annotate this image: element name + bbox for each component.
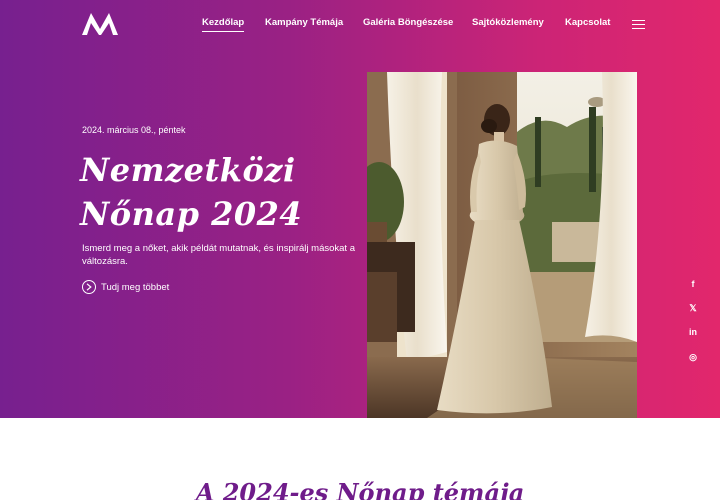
hero-title-line2: Nőnap 2024 [80,195,303,233]
x-icon[interactable]: 𝕏 [686,302,700,314]
nav-item-campaign-topic[interactable]: Kampány Témája [265,17,343,28]
instagram-icon[interactable]: ◎ [686,351,700,363]
linkedin-icon[interactable]: in [686,326,700,338]
nav-item-press-release[interactable]: Sajtóközlemény [472,17,544,28]
hero-date: 2024. március 08., péntek [82,125,186,135]
hero-title-line1: Nemzetközi [80,151,296,189]
hamburger-icon[interactable] [632,20,645,29]
nav-item-gallery[interactable]: Galéria Böngészése [363,17,453,28]
hero-title: Nemzetközi Nőnap 2024 [80,148,350,236]
nav-item-contact[interactable]: Kapcsolat [565,17,610,28]
chevron-right-icon [82,280,96,294]
hero-section: Kezdőlap Kampány Témája Galéria Böngészé… [0,0,720,418]
learn-more-button[interactable]: Tudj meg többet [82,280,169,294]
hero-subtitle: Ismerd meg a nőket, akik példát mutatnak… [82,243,355,267]
learn-more-label: Tudj meg többet [101,281,170,293]
brand-logo[interactable] [82,13,118,35]
facebook-icon[interactable]: f [686,278,700,290]
nav-item-home[interactable]: Kezdőlap [202,17,245,32]
hero-image [367,72,637,418]
section-title: A 2024-es Nőnap témája [195,478,525,500]
